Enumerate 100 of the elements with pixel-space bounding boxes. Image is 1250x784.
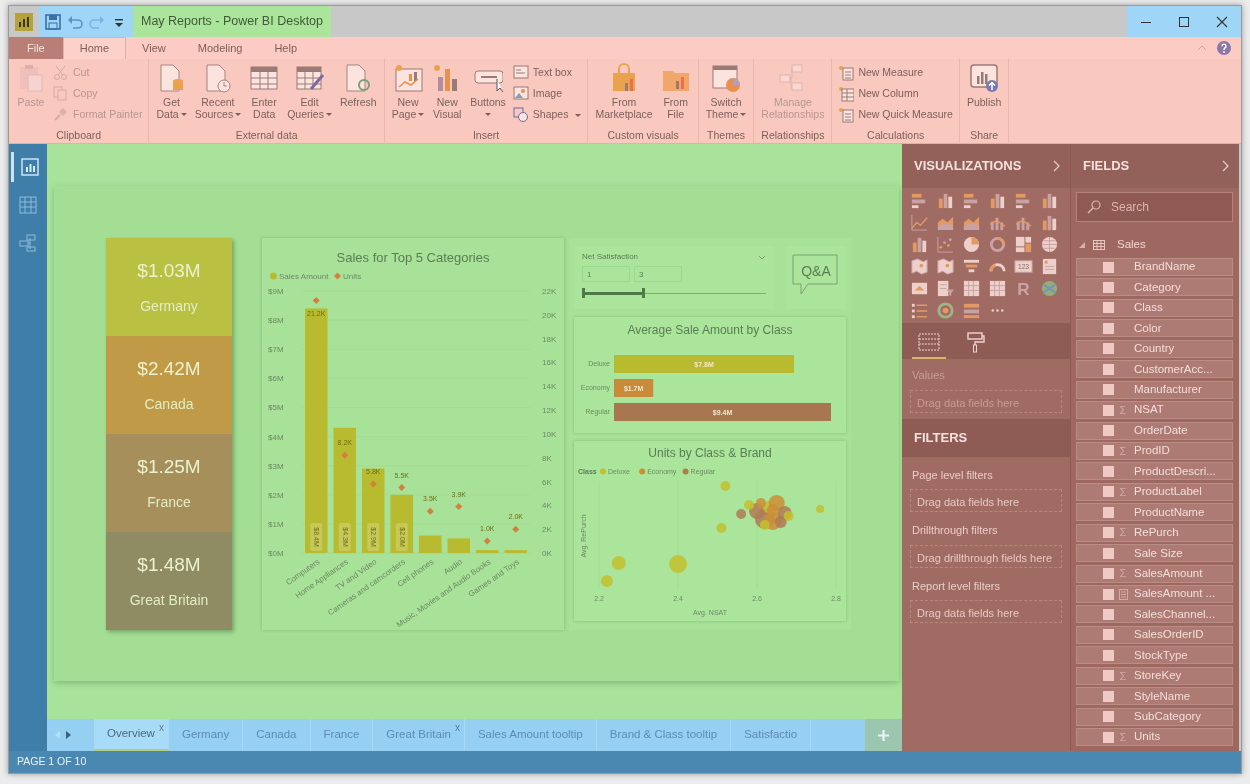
checkbox[interactable] <box>1103 649 1114 661</box>
drop-zone[interactable]: Drag data fields here <box>910 600 1062 623</box>
field-item[interactable]: OrderDate <box>1076 421 1233 440</box>
ribbon-button[interactable]: Image <box>510 84 584 104</box>
checkbox[interactable] <box>1103 568 1114 580</box>
menu-tab[interactable]: File <box>9 37 63 59</box>
menu-tab[interactable]: Modeling <box>181 37 259 59</box>
drop-zone[interactable]: Drag drillthrough fields here <box>910 544 1062 568</box>
checkbox[interactable] <box>1103 322 1114 334</box>
checkbox[interactable] <box>1103 527 1114 539</box>
column-chart-icon[interactable] <box>910 235 929 254</box>
page-tab[interactable]: Overview x <box>94 719 169 751</box>
chevron-right-icon[interactable] <box>1222 160 1229 172</box>
slicer-icon[interactable] <box>936 279 955 298</box>
checkbox[interactable] <box>1103 302 1114 314</box>
checkbox[interactable] <box>1103 343 1114 355</box>
list-icon[interactable] <box>910 301 929 320</box>
ribbon-button[interactable]: From Marketplace <box>592 61 656 128</box>
ribbon-button[interactable]: Recent Sources <box>191 61 245 128</box>
ribbon-button[interactable]: Edit Queries <box>284 61 335 128</box>
treemap-icon[interactable] <box>1014 235 1033 254</box>
checkbox[interactable] <box>1103 445 1114 457</box>
field-item[interactable]: SubCategory <box>1076 707 1233 726</box>
table-icon[interactable] <box>962 279 981 298</box>
ribbon-button[interactable]: Switch Theme <box>702 61 750 128</box>
checkbox[interactable] <box>1103 281 1114 293</box>
field-item[interactable]: ProductDescri... <box>1076 462 1233 481</box>
checkbox[interactable] <box>1103 690 1114 702</box>
line-chart-icon[interactable] <box>910 213 929 232</box>
checkbox[interactable] <box>1103 425 1114 436</box>
slider-track[interactable] <box>582 288 766 298</box>
column-chart-icon[interactable] <box>1040 191 1059 210</box>
r-script-icon[interactable]: R <box>1014 279 1033 298</box>
chevron-right-icon[interactable] <box>1053 160 1060 172</box>
multi-row-card-icon[interactable] <box>1040 257 1059 276</box>
field-item[interactable]: SalesAmount ... <box>1076 585 1233 603</box>
field-item[interactable]: Country <box>1076 339 1233 358</box>
checkbox[interactable] <box>1103 261 1114 273</box>
map-icon[interactable] <box>910 257 929 276</box>
field-item[interactable]: StyleName <box>1076 687 1233 706</box>
checkbox[interactable] <box>1103 384 1114 396</box>
ribbon-button[interactable]: New Quick Measure <box>836 105 955 125</box>
ribbon-button[interactable]: Buttons <box>467 61 509 128</box>
close-tab-button[interactable]: x <box>158 720 164 735</box>
ribbon-button[interactable]: New Page <box>388 61 428 128</box>
ribbon-button[interactable]: Publish <box>963 61 1005 128</box>
slider-handle[interactable] <box>582 288 585 298</box>
column-chart-icon[interactable] <box>988 191 1007 210</box>
scatter-chart-icon[interactable] <box>936 235 955 254</box>
redo-icon[interactable] <box>89 13 105 30</box>
slider-handle[interactable] <box>641 288 645 298</box>
globe-icon[interactable] <box>1040 279 1059 298</box>
menu-tab[interactable]: View <box>126 37 182 59</box>
column-chart-icon[interactable] <box>936 191 955 210</box>
field-item[interactable]: BrandName <box>1076 258 1233 276</box>
checkbox[interactable] <box>1103 629 1114 641</box>
field-item[interactable]: SalesChannel... <box>1076 605 1233 624</box>
ribbon-button[interactable]: Shapes <box>510 105 584 125</box>
ribbon-button[interactable]: Get Data <box>153 61 190 128</box>
checkbox[interactable] <box>1103 486 1114 498</box>
checkbox[interactable] <box>1103 547 1114 559</box>
field-item[interactable]: CustomerAcc... <box>1076 360 1233 379</box>
ribbon-button[interactable]: Text box <box>510 63 584 83</box>
field-item[interactable]: Color <box>1076 319 1233 338</box>
ring-chart-icon[interactable] <box>936 301 955 320</box>
save-icon[interactable] <box>45 13 61 30</box>
close-tab-button[interactable]: x <box>454 720 460 735</box>
expanded-icon[interactable] <box>1079 242 1085 248</box>
field-item[interactable]: Category <box>1076 278 1233 297</box>
stacked-rows-icon[interactable] <box>962 301 981 320</box>
ribbon-button[interactable]: Enter Data <box>246 61 283 128</box>
field-item[interactable]: Class <box>1076 298 1233 317</box>
pie-chart-icon[interactable] <box>962 235 981 254</box>
checkbox[interactable] <box>1103 404 1114 416</box>
add-page-button[interactable] <box>865 719 902 751</box>
range-input-field[interactable]: 3 <box>634 266 682 282</box>
ribbon-button[interactable]: From File <box>657 61 694 128</box>
checkbox[interactable] <box>1103 506 1114 518</box>
globe-icon[interactable] <box>1040 235 1059 254</box>
search-field[interactable]: Search <box>1076 192 1233 222</box>
ribbon-button[interactable]: New Column <box>836 84 955 104</box>
checkbox[interactable] <box>1103 588 1114 600</box>
ribbon-button[interactable]: New Visual <box>429 61 466 128</box>
checkbox[interactable] <box>1103 670 1114 682</box>
checkbox[interactable] <box>1103 363 1114 375</box>
checkbox[interactable] <box>1103 711 1114 723</box>
checkbox[interactable] <box>1103 731 1114 743</box>
donut-chart-icon[interactable] <box>988 235 1007 254</box>
field-item[interactable]: ProductName <box>1076 503 1233 522</box>
checkbox[interactable] <box>1103 465 1114 477</box>
drop-zone[interactable]: Drag data fields here <box>910 489 1062 512</box>
table-icon[interactable] <box>988 279 1007 298</box>
menu-tab[interactable]: Help <box>258 37 313 59</box>
ribbon-button[interactable]: New Measure <box>836 63 955 83</box>
map-icon[interactable] <box>936 257 955 276</box>
table-name[interactable]: Sales <box>1117 236 1146 254</box>
menu-tab[interactable]: Home <box>62 37 127 59</box>
field-item[interactable]: SalesOrderID <box>1076 625 1233 644</box>
ribbon-button[interactable]: Refresh <box>336 61 380 128</box>
field-item[interactable]: Manufacturer <box>1076 380 1233 399</box>
